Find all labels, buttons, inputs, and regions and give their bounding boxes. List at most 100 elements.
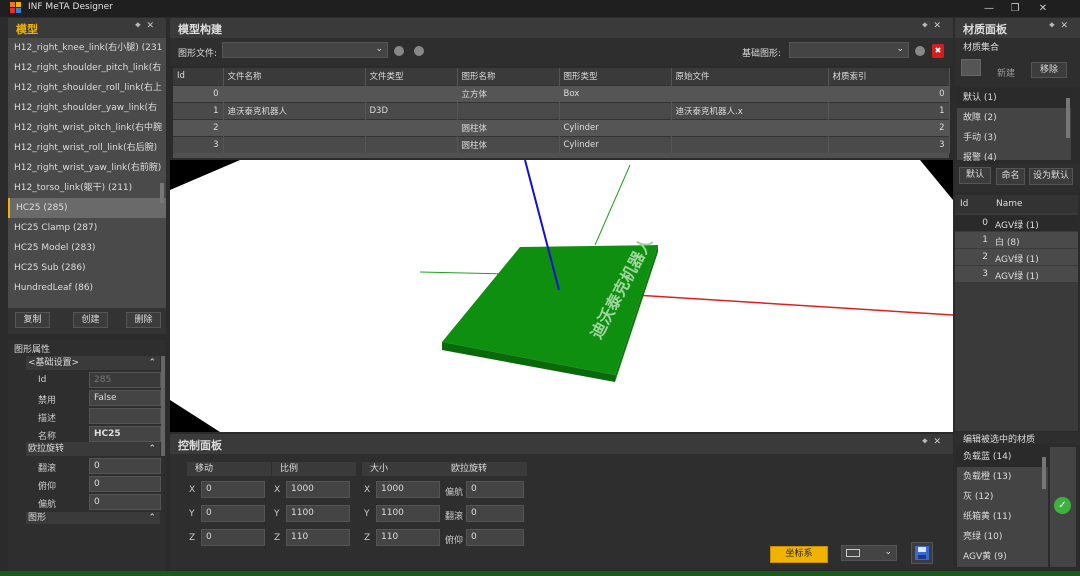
table-header-cell[interactable]: 材质索引 — [828, 68, 950, 85]
file-select[interactable]: ⌄ — [222, 42, 388, 58]
table-row[interactable]: 2 圆柱体 Cylinder 2 — [173, 118, 950, 136]
model-list-item[interactable]: H12_torso_link(躯干) (211) — [8, 178, 166, 198]
model-list-item[interactable]: HC25 Clamp (287) — [8, 218, 166, 238]
rotation-input[interactable]: 0 — [466, 505, 524, 522]
table-header-cell[interactable]: Id — [173, 68, 224, 85]
table-header-cell[interactable]: 原始文件 — [671, 68, 829, 85]
model-list-item[interactable]: HC25 Model (283) — [8, 238, 166, 258]
model-list-scrollbar[interactable] — [160, 183, 164, 203]
close-icon[interactable]: ✕ — [1030, 0, 1056, 17]
edit-material-item[interactable]: 亮绿 (10) — [957, 527, 1048, 547]
prop-value[interactable]: HC25 — [89, 426, 161, 442]
collapse-icon[interactable]: ⌃ — [148, 512, 156, 524]
control-input-z[interactable]: 110 — [376, 529, 440, 546]
table-row[interactable]: 3 圆柱体 Cylinder 3 — [173, 135, 950, 153]
base-shape-select[interactable]: ⌄ — [789, 42, 909, 58]
prop-value[interactable]: False — [89, 390, 161, 406]
model-list-item[interactable]: H12_right_shoulder_pitch_link(右 — [8, 58, 166, 78]
edit-material-list[interactable]: 负载蓝 (14) 负载橙 (13) 灰 (12) 纸箱黄 (11) 亮绿 (10) AGV… — [957, 447, 1048, 567]
model-list-item[interactable]: HundredLeaf (86) — [8, 278, 166, 298]
material-row[interactable]: 2 AGV绿 (1) — [955, 249, 1078, 265]
copy-button[interactable]: 复制 — [15, 312, 50, 328]
model-list-item[interactable]: H12_right_wrist_yaw_link(右前腕) — [8, 158, 166, 178]
prop-value[interactable] — [89, 408, 161, 424]
rotation-input[interactable]: 0 — [466, 529, 524, 546]
add-file-icon[interactable] — [394, 46, 404, 56]
model-list-item[interactable]: H12_right_wrist_pitch_link(右中腕 — [8, 118, 166, 138]
prop-value[interactable]: 0 — [89, 494, 161, 510]
table-header-cell[interactable]: 图形名称 — [457, 68, 560, 85]
edit-material-item[interactable]: 负载橙 (13) — [957, 467, 1048, 487]
material-table[interactable]: Id Name 0 AGV绿 (1) 1 白 (8) 2 AGV绿 (1) 3 AGV绿 (1… — [955, 195, 1078, 431]
control-group-title: 大小 — [362, 462, 446, 476]
control-input-z[interactable]: 110 — [286, 529, 350, 546]
edit-material-item[interactable]: 负载蓝 (14) — [957, 447, 1048, 467]
rotation-input[interactable]: 0 — [466, 481, 524, 498]
control-input-y[interactable]: 0 — [201, 505, 265, 522]
edit-material-item[interactable]: AGV黄 (9) — [957, 547, 1048, 567]
material-set-list[interactable]: 默认 (1) 故障 (2) 手动 (3) 报警 (4) — [957, 88, 1071, 163]
prop-value[interactable]: 0 — [89, 476, 161, 492]
default-button[interactable]: 默认 — [959, 167, 991, 184]
remove-button[interactable]: 移除 — [1031, 62, 1067, 78]
delete-button[interactable]: 删除 — [126, 312, 161, 328]
apply-check-icon[interactable]: ✓ — [1054, 497, 1071, 514]
model-list-item[interactable]: HC25 Sub (286) — [8, 258, 166, 278]
material-color-swatch[interactable] — [961, 59, 981, 76]
model-list-item[interactable]: HC25 (285) — [8, 198, 166, 218]
control-input-z[interactable]: 0 — [201, 529, 265, 546]
props-scrollbar[interactable] — [161, 356, 165, 456]
panel-pin-close-icon[interactable]: ⌖✕ — [922, 21, 947, 31]
prop-value[interactable]: 285 — [89, 372, 161, 388]
coord-system-button[interactable]: 坐标系 — [770, 546, 828, 563]
material-set-item[interactable]: 默认 (1) — [957, 88, 1071, 108]
maximize-icon[interactable]: ❐ — [1002, 0, 1028, 17]
model-list-item[interactable]: H12_right_knee_link(右小腿) (231 — [8, 38, 166, 58]
remove-file-icon[interactable] — [414, 46, 424, 56]
model-list-item[interactable]: H12_right_shoulder_yaw_link(右 — [8, 98, 166, 118]
table-header-cell[interactable]: 文件类型 — [365, 68, 458, 85]
control-input-y[interactable]: 1100 — [286, 505, 350, 522]
control-input-x[interactable]: 1000 — [376, 481, 440, 498]
control-input-x[interactable]: 0 — [201, 481, 265, 498]
material-set-scrollbar[interactable] — [1066, 98, 1070, 138]
rename-button[interactable]: 命名 — [996, 168, 1025, 185]
material-set-item[interactable]: 手动 (3) — [957, 128, 1071, 148]
collapse-icon[interactable]: ⌃ — [148, 356, 156, 370]
control-input-x[interactable]: 1000 — [286, 481, 350, 498]
table-header-cell[interactable]: 图形类型 — [559, 68, 672, 85]
add-shape-icon[interactable] — [915, 46, 925, 56]
panel-pin-close-icon[interactable]: ⌖✕ — [1049, 21, 1074, 31]
delete-shape-icon[interactable]: ✖ — [932, 44, 944, 58]
minimize-icon[interactable]: — — [976, 0, 1002, 17]
collapse-icon[interactable]: ⌃ — [148, 442, 156, 456]
table-row[interactable]: 0 立方体 Box 0 — [173, 84, 950, 102]
create-button[interactable]: 创建 — [73, 312, 108, 328]
material-row[interactable]: 1 白 (8) — [955, 232, 1078, 248]
model-list[interactable]: H12_right_knee_link(右小腿) (231 H12_right_s… — [8, 38, 166, 308]
control-input-y[interactable]: 1100 — [376, 505, 440, 522]
model-list-item[interactable]: H12_right_wrist_roll_link(右后腕) — [8, 138, 166, 158]
props-group-basic[interactable]: <基础设置> ⌃ — [26, 356, 160, 370]
props-group-shape[interactable]: 图形 ⌃ — [26, 512, 160, 524]
table-row[interactable]: 1 迪沃泰克机器人 D3D 迪沃泰克机器人.x 1 — [173, 101, 950, 119]
panel-pin-close-icon[interactable]: ⌖✕ — [922, 437, 947, 447]
model-list-item[interactable]: H12_right_shoulder_roll_link(右上 — [8, 78, 166, 98]
set-default-button[interactable]: 设为默认 — [1029, 168, 1073, 185]
table-header-cell[interactable]: 文件名称 — [223, 68, 366, 85]
material-row[interactable]: 3 AGV绿 (1) — [955, 266, 1078, 282]
new-button[interactable]: 新建 — [997, 66, 1015, 79]
file-table[interactable]: Id 文件名称 文件类型 图形名称 图形类型 原始文件 材质索引 0 立方体 Box 0 1 迪沃泰克… — [173, 68, 950, 158]
material-set-item[interactable]: 故障 (2) — [957, 108, 1071, 128]
props-group-euler[interactable]: 欧拉旋转 ⌃ — [26, 442, 160, 456]
material-row[interactable]: 0 AGV绿 (1) — [955, 215, 1078, 231]
edit-material-item[interactable]: 灰 (12) — [957, 487, 1048, 507]
edit-material-scrollbar[interactable] — [1042, 457, 1046, 489]
edit-material-item[interactable]: 纸箱黄 (11) — [957, 507, 1048, 527]
prop-value[interactable]: 0 — [89, 458, 161, 474]
save-button[interactable] — [911, 542, 933, 564]
display-mode-select[interactable]: ⌄ — [841, 545, 897, 561]
3d-viewport[interactable]: 迪沃泰克机器人 — [170, 160, 953, 432]
control-panel-title: 控制面板 — [178, 439, 222, 452]
panel-pin-close-icon[interactable]: ⌖✕ — [135, 21, 160, 31]
